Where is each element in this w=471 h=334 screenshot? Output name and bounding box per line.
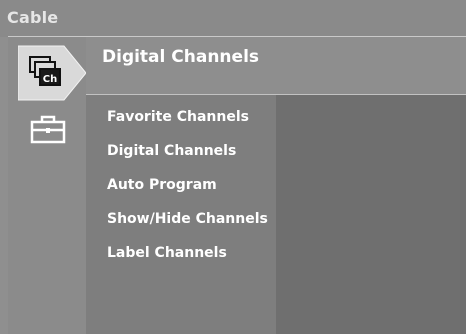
window-title: Cable <box>7 8 59 27</box>
menu-item-show-hide-channels[interactable]: Show/Hide Channels <box>107 211 268 227</box>
channels-icon-text: Ch <box>43 74 57 85</box>
menu-item-auto-program[interactable]: Auto Program <box>107 177 217 193</box>
menu-item-favorite-channels[interactable]: Favorite Channels <box>107 109 249 125</box>
page-title: Digital Channels <box>102 47 260 67</box>
menu-item-label-channels[interactable]: Label Channels <box>107 245 227 261</box>
toolbox-icon[interactable] <box>28 113 68 147</box>
top-bar: Cable <box>0 0 466 37</box>
header-band: Digital Channels <box>86 37 466 95</box>
channels-tab[interactable]: Ch <box>18 42 88 104</box>
menu-panel: Favorite Channels Digital Channels Auto … <box>86 95 276 334</box>
menu-item-digital-channels[interactable]: Digital Channels <box>107 143 236 159</box>
content-panel <box>276 95 466 334</box>
tv-menu-screen: Cable Ch Digital Channels Favorite Chann… <box>0 0 471 334</box>
